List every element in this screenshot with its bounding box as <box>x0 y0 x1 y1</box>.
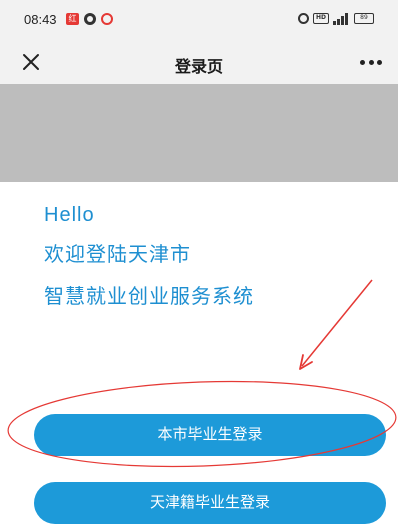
status-time: 08:43 <box>24 12 57 27</box>
greeting-welcome: 欢迎登陆天津市 <box>44 242 191 266</box>
banner-image <box>0 84 398 182</box>
hd-icon: HD <box>313 13 329 24</box>
annotation-arrow <box>299 279 373 370</box>
dark-app-icon <box>84 13 96 25</box>
red-app-icon: 红 <box>66 13 79 25</box>
greeting-hello: Hello <box>44 204 95 226</box>
local-graduate-login-button[interactable]: 本市毕业生登录 <box>34 414 386 456</box>
page-title: 登录页 <box>174 57 223 76</box>
alarm-icon <box>298 13 309 24</box>
pink-app-icon <box>101 13 113 25</box>
nav-bar: 登录页 <box>0 40 398 84</box>
signal-icon <box>333 13 351 25</box>
greeting-system-name: 智慧就业创业服务系统 <box>44 284 254 308</box>
tianjin-graduate-login-button[interactable]: 天津籍毕业生登录 <box>34 482 386 524</box>
more-icon[interactable] <box>360 60 382 66</box>
status-bar: 08:43 红 HD 89 <box>0 0 398 40</box>
battery-icon: 89 <box>354 13 374 24</box>
